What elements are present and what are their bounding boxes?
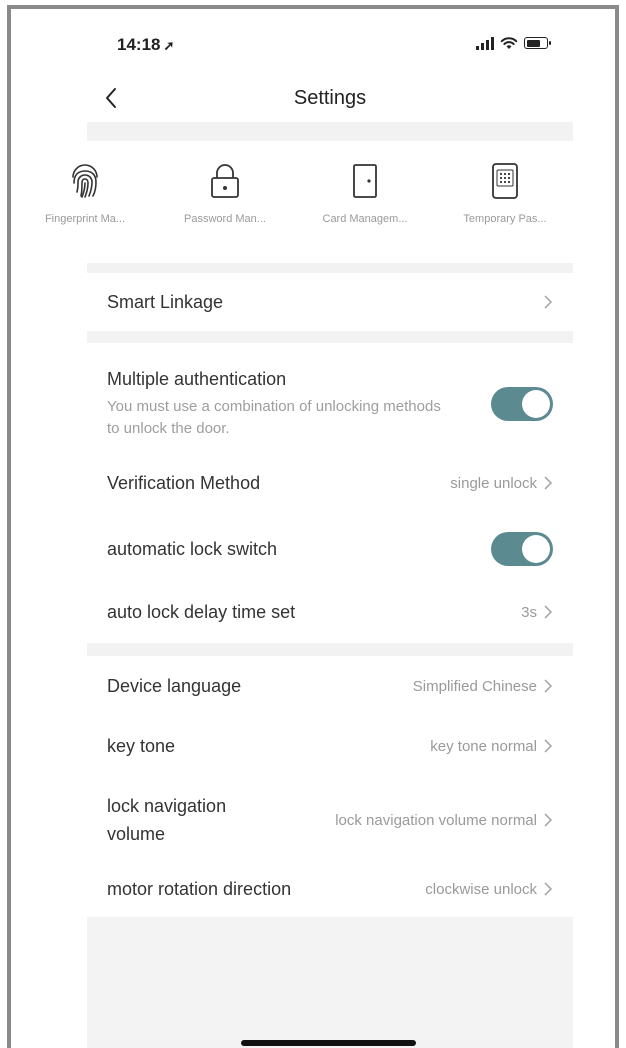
auto-lock-delay-label: auto lock delay time set (107, 601, 296, 622)
chevron-right-icon (544, 679, 553, 693)
card-management-button[interactable]: Card Managem... (295, 141, 435, 263)
motor-rotation-label: motor rotation direction (107, 878, 292, 899)
chevron-right-icon (544, 813, 553, 827)
multiple-authentication-toggle[interactable] (491, 387, 553, 421)
device-language-row[interactable]: Device language Simplified Chinese (87, 657, 573, 715)
toggle-knob (522, 535, 550, 563)
multiple-authentication-row: Multiple authentication You must use a c… (87, 357, 573, 451)
status-time: 14:18 ➚ (117, 35, 174, 55)
page-title: Settings (293, 87, 367, 109)
battery-icon (524, 37, 551, 49)
nav-bar: Settings (87, 75, 573, 121)
device-language-value: Simplified Chinese (413, 678, 553, 695)
chevron-right-icon (544, 605, 553, 619)
wifi-icon (500, 37, 518, 49)
smart-linkage-label: Smart Linkage (107, 291, 224, 312)
chevron-right-icon (544, 476, 553, 490)
location-arrow-icon: ➚ (163, 38, 175, 53)
home-indicator[interactable] (241, 1040, 416, 1046)
toggle-knob (522, 390, 550, 418)
chevron-right-icon (544, 882, 553, 896)
chevron-right-icon (544, 739, 553, 753)
settings-screen: 14:18 ➚ Settings Fingerprint Ma... Passw… (45, 9, 573, 1048)
automatic-lock-label: automatic lock switch (107, 538, 278, 559)
section-divider (87, 331, 573, 343)
section-divider (87, 263, 573, 273)
multiple-authentication-label: Multiple authentication (107, 368, 287, 389)
automatic-lock-toggle[interactable] (491, 532, 553, 566)
fingerprint-icon (65, 161, 105, 201)
temporary-password-label: Temporary Pas... (463, 213, 547, 225)
key-tone-value: key tone normal (430, 738, 553, 755)
password-management-button[interactable]: Password Man... (155, 141, 295, 263)
key-tone-value-text: key tone normal (430, 737, 537, 755)
smart-linkage-row[interactable]: Smart Linkage (87, 273, 573, 331)
section-divider (87, 122, 573, 141)
device-language-label: Device language (107, 675, 242, 696)
card-label: Card Managem... (322, 213, 408, 225)
temporary-password-button[interactable]: Temporary Pas... (435, 141, 575, 263)
verification-method-value-text: single unlock (450, 474, 537, 492)
keypad-icon (485, 161, 525, 201)
status-bar: 14:18 ➚ (87, 9, 573, 69)
time-text: 14:18 (117, 35, 161, 54)
padlock-icon (205, 161, 245, 201)
motor-rotation-value: clockwise unlock (425, 881, 553, 898)
smart-linkage-value (543, 295, 553, 309)
key-tone-label: key tone (107, 735, 176, 756)
password-label: Password Man... (184, 213, 266, 225)
auto-lock-delay-value-text: 3s (521, 603, 537, 621)
section-divider (87, 643, 573, 656)
chevron-right-icon (544, 295, 553, 309)
lock-navigation-volume-label: lock navigation volume (107, 796, 227, 844)
multiple-authentication-description: You must use a combination of unlocking … (107, 397, 441, 437)
status-icons (476, 36, 551, 50)
key-tone-row[interactable]: key tone key tone normal (87, 717, 573, 775)
lock-navigation-volume-row[interactable]: lock navigation volume lock navigation v… (87, 783, 573, 857)
verification-method-row[interactable]: Verification Method single unlock (87, 455, 573, 511)
automatic-lock-row: automatic lock switch (87, 519, 573, 579)
multiple-authentication-text: Multiple authentication You must use a c… (107, 369, 447, 440)
quick-functions: Fingerprint Ma... Password Man... Card M… (15, 141, 575, 263)
lock-navigation-volume-value-text: lock navigation volume normal (335, 811, 537, 829)
signal-icon (476, 36, 494, 50)
verification-method-value: single unlock (450, 475, 553, 492)
fingerprint-management-button[interactable]: Fingerprint Ma... (15, 141, 155, 263)
door-icon (345, 161, 385, 201)
verification-method-label: Verification Method (107, 472, 261, 493)
auto-lock-delay-value: 3s (521, 604, 553, 621)
lock-navigation-volume-value: lock navigation volume normal (335, 812, 553, 829)
bottom-empty-area (87, 917, 573, 1048)
motor-rotation-row[interactable]: motor rotation direction clockwise unloc… (87, 861, 573, 917)
motor-rotation-value-text: clockwise unlock (425, 880, 537, 898)
device-language-value-text: Simplified Chinese (412, 677, 537, 695)
fingerprint-label: Fingerprint Ma... (44, 213, 126, 225)
device-frame: 14:18 ➚ Settings Fingerprint Ma... Passw… (7, 5, 619, 1048)
auto-lock-delay-row[interactable]: auto lock delay time set 3s (87, 583, 573, 641)
